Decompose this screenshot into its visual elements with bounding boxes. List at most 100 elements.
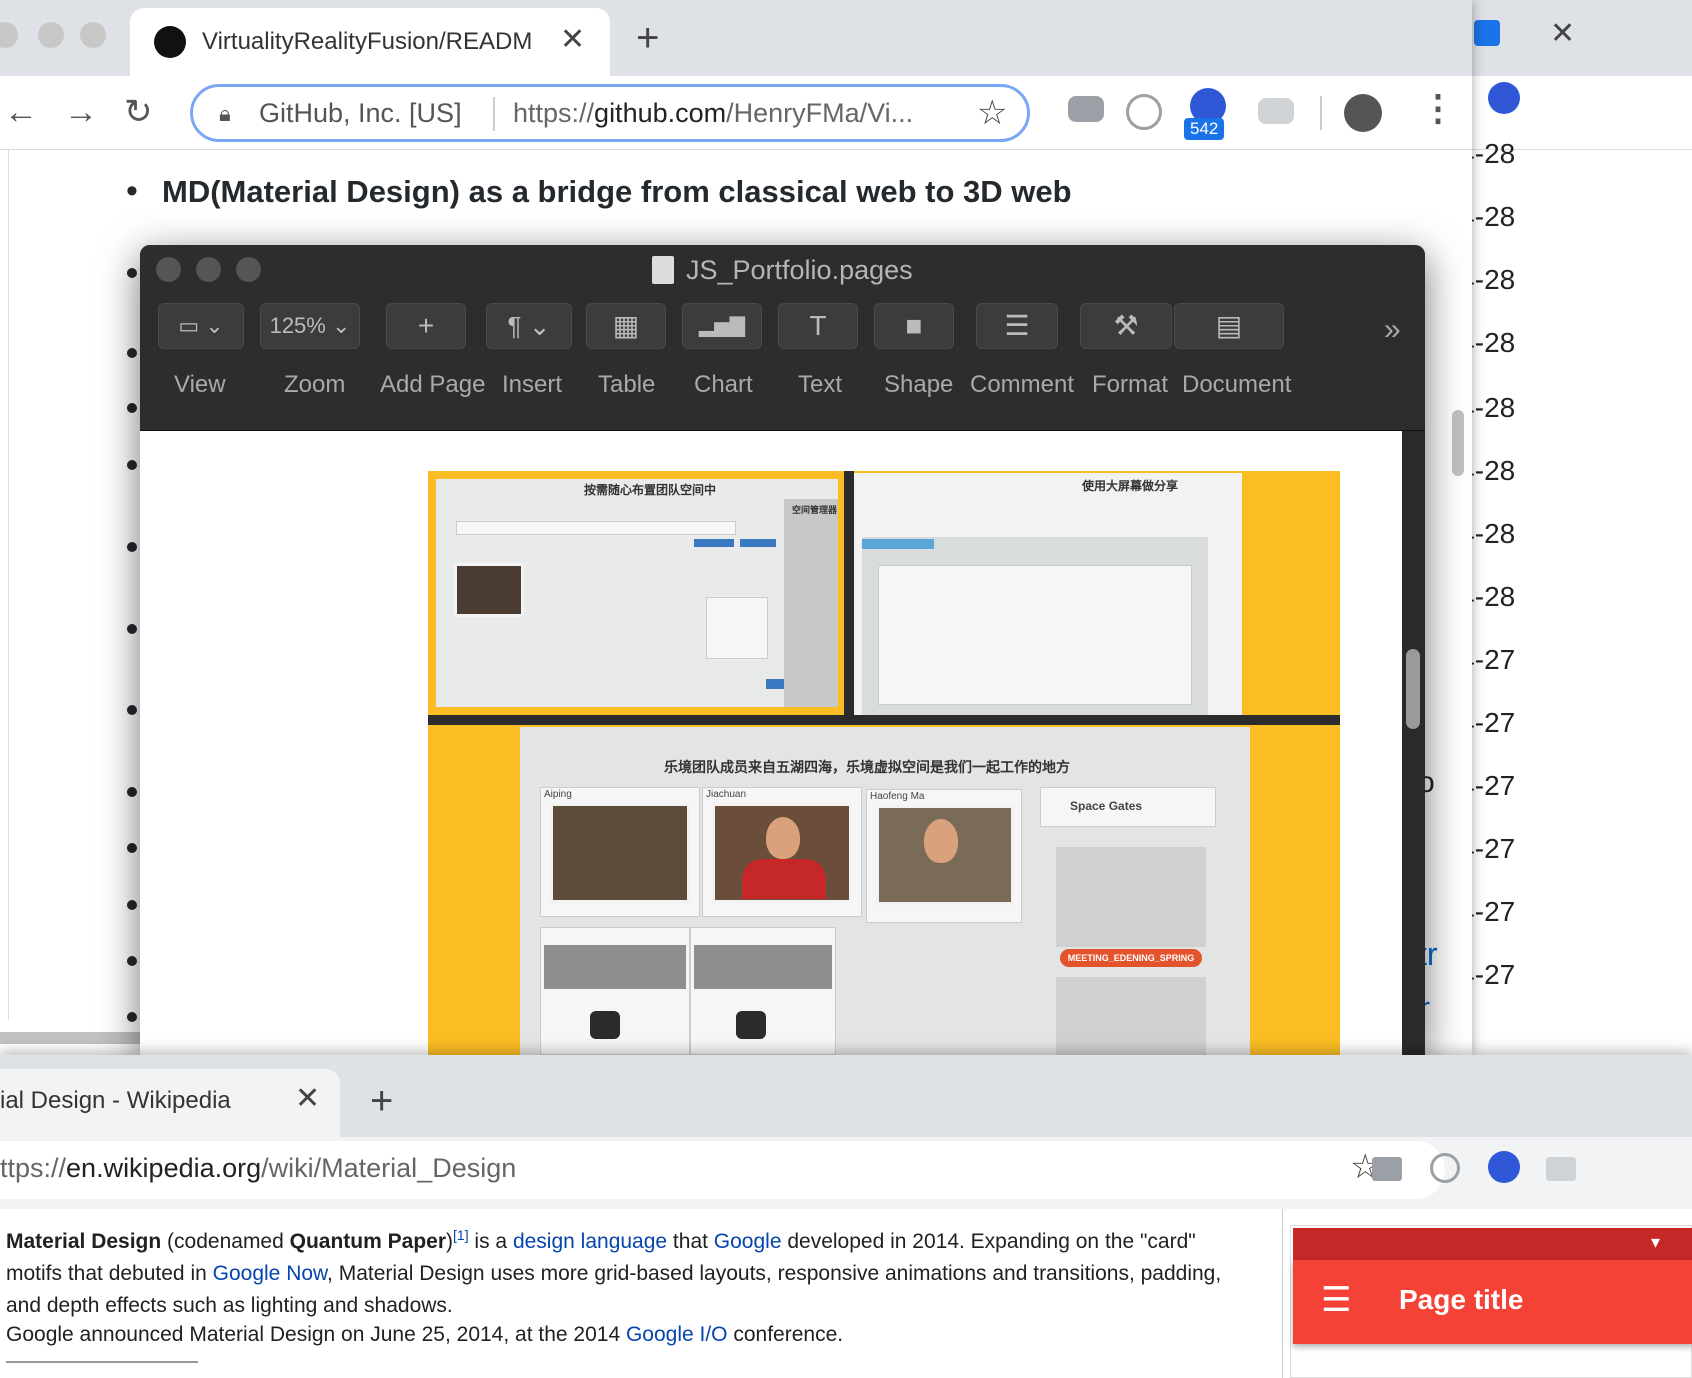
address-url[interactable]: https://github.com/HenryFMa/Vi...: [513, 98, 953, 129]
window-minimize-button[interactable]: [38, 22, 64, 48]
chat-icon[interactable]: [1546, 1157, 1576, 1181]
shape-button[interactable]: ■: [874, 303, 954, 349]
tab-title: ial Design - Wikipedia: [0, 1087, 231, 1114]
lock-icon[interactable]: 🔒︎: [219, 101, 231, 127]
link-google[interactable]: Google: [714, 1230, 782, 1253]
profile-avatar-icon[interactable]: [1344, 94, 1382, 132]
pages-scrollbar-thumb[interactable]: [1406, 649, 1420, 729]
rocket-icon[interactable]: [1488, 82, 1520, 114]
link-google-now[interactable]: Google Now: [213, 1262, 327, 1285]
room-banner: [694, 945, 832, 989]
toolbar-overflow-icon[interactable]: »: [1384, 313, 1401, 347]
insert-button[interactable]: ¶ ⌄: [486, 303, 572, 349]
panel: [706, 597, 768, 659]
text: Google announced Material Design on June…: [6, 1323, 626, 1346]
app-bar-title: Page title: [1399, 1284, 1524, 1315]
address-url[interactable]: ttps://en.wikipedia.org/wiki/Material_De…: [0, 1153, 516, 1184]
table-button[interactable]: ▦: [586, 303, 666, 349]
address-bar[interactable]: ttps://en.wikipedia.org/wiki/Material_De…: [0, 1141, 1445, 1199]
document-canvas[interactable]: 按需随心布置团队空间中 空间管理器 使用大屏幕做分享 乐境团队成员来自五湖四海，…: [140, 431, 1402, 1055]
pages-scrollbar[interactable]: [1402, 431, 1425, 1055]
window-close-button[interactable]: [0, 22, 18, 48]
wikipedia-browser-window: ial Design - Wikipedia ✕ + ttps://en.wik…: [0, 1055, 1692, 1378]
close-icon[interactable]: ✕: [1550, 16, 1575, 51]
toolbar-divider: [1320, 96, 1322, 130]
bullet: [127, 268, 137, 278]
link-design-language[interactable]: design language: [513, 1230, 667, 1253]
bullet: [127, 624, 137, 634]
comment-label: Comment: [970, 371, 1075, 398]
text-button[interactable]: T: [778, 303, 858, 349]
badge: [766, 679, 784, 689]
label: [862, 539, 934, 549]
box-border: [6, 1361, 198, 1363]
input-row: [456, 521, 736, 535]
new-tab-button[interactable]: +: [370, 1081, 393, 1121]
add-page-button[interactable]: +: [386, 303, 466, 349]
shot-caption: 乐境团队成员来自五湖四海，乐境虚拟空间是我们一起工作的地方: [664, 759, 1070, 775]
view-button[interactable]: ▭ ⌄: [158, 303, 244, 349]
address-bar[interactable]: 🔒︎ GitHub, Inc. [US] https://github.com/…: [190, 84, 1030, 142]
tab-github-readme[interactable]: VirtualityRealityFusion/READM ✕: [130, 8, 610, 76]
shot-caption: 按需随心布置团队空间中: [584, 483, 717, 497]
tab-close-icon[interactable]: ✕: [295, 1081, 320, 1116]
pages-app-window: JS_Portfolio.pages ▭ ⌄ View 125% ⌄ Zoom …: [140, 245, 1425, 1055]
video-tile: [454, 563, 524, 617]
robot-icon[interactable]: [1430, 1153, 1460, 1183]
view-label: View: [174, 371, 226, 398]
more-menu-icon[interactable]: ⋮: [1420, 88, 1456, 128]
insert-label: Insert: [502, 371, 563, 398]
tab-wikipedia[interactable]: ial Design - Wikipedia ✕: [0, 1069, 340, 1137]
chart-label: Chart: [694, 371, 753, 398]
screenshot-collage-image[interactable]: 按需随心布置团队空间中 空间管理器 使用大屏幕做分享 乐境团队成员来自五湖四海，…: [428, 471, 1340, 1055]
member-name: Haofeng Ma: [870, 791, 925, 802]
chart-button[interactable]: ▂▅▇: [682, 303, 762, 349]
wifi-icon: ▾: [1651, 1232, 1661, 1252]
reload-icon[interactable]: ↻: [124, 92, 153, 132]
rocket-icon[interactable]: [1488, 1151, 1520, 1183]
pocket-extension-icon[interactable]: [1474, 20, 1500, 46]
horizontal-scrollbar[interactable]: [0, 1032, 140, 1044]
badge: [694, 539, 734, 547]
robot-icon[interactable]: [1126, 94, 1162, 130]
window-zoom-button[interactable]: [236, 257, 261, 282]
zoom-select[interactable]: 125% ⌄: [260, 303, 360, 349]
scrollbar-thumb[interactable]: [1452, 410, 1464, 476]
bookmark-star-icon[interactable]: ☆: [977, 93, 1007, 133]
screenshot-big-screen: 使用大屏幕做分享: [854, 473, 1242, 715]
back-arrow-icon[interactable]: ←: [4, 92, 38, 132]
wiki-article: Material Design (codenamed Quantum Paper…: [0, 1209, 1692, 1378]
window-zoom-button[interactable]: [80, 22, 106, 48]
extension-badge: 542: [1184, 118, 1225, 140]
window-minimize-button[interactable]: [196, 257, 221, 282]
url-scheme: ttps://: [0, 1153, 67, 1183]
window-close-button[interactable]: [156, 257, 181, 282]
bullet: [127, 843, 137, 853]
space-gates-title: Space Gates: [1070, 799, 1143, 813]
format-button[interactable]: ⚒: [1080, 303, 1172, 349]
url-host: en.wikipedia.org: [66, 1153, 262, 1183]
bullet: [127, 542, 137, 552]
gate-panel: [1056, 847, 1206, 947]
tab-title: VirtualityRealityFusion/READM: [202, 28, 533, 55]
document-button[interactable]: ▤: [1174, 303, 1284, 349]
chat-icon[interactable]: [1258, 98, 1294, 124]
forward-arrow-icon[interactable]: →: [64, 92, 98, 132]
comment-button[interactable]: ☰: [976, 303, 1058, 349]
link-google-io[interactable]: Google I/O: [626, 1323, 728, 1346]
monitor-icon[interactable]: [1068, 96, 1104, 122]
gate-panel: [1056, 977, 1206, 1055]
tab-close-icon[interactable]: ✕: [560, 22, 585, 57]
meeting-pill: MEETING_EDENING_SPRING: [1060, 949, 1202, 967]
new-tab-button[interactable]: +: [636, 18, 659, 58]
bullet: •: [126, 172, 138, 210]
pages-titlebar: JS_Portfolio.pages: [140, 245, 1425, 295]
monitor-icon[interactable]: [1372, 1157, 1402, 1181]
screenshot-team-members: 乐境团队成员来自五湖四海，乐境虚拟空间是我们一起工作的地方 Aiping Jia…: [520, 727, 1250, 1055]
bullet: [127, 787, 137, 797]
reference-link[interactable]: [1]: [453, 1227, 469, 1243]
badge: [740, 539, 776, 547]
article-paragraph: Google announced Material Design on June…: [6, 1319, 1246, 1351]
ev-certificate-name: GitHub, Inc. [US]: [259, 98, 462, 128]
person-face: [766, 817, 800, 859]
